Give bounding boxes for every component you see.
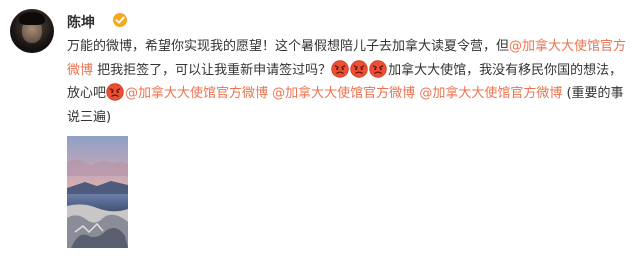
post-text-segment: 把我拒签了，可以让我重新申请签过吗？: [93, 62, 332, 78]
mention-link[interactable]: @加拿大大使馆官方微博: [419, 86, 562, 101]
post-text: 万能的微博，希望你实现我的愿望！这个暑假想陪儿子去加拿大读夏令营，但@加拿大大使…: [67, 35, 633, 129]
post-line-3: 放心吧 @加拿大大使馆官方微博 @加拿大大使馆官方微博 @加拿大大使馆官方微博 (…: [67, 82, 633, 106]
user-avatar[interactable]: [10, 9, 54, 53]
post-text-segment: 加拿大大使馆，我没有移民你国的想法，: [388, 62, 623, 78]
angry-face-emoji-icon: [106, 83, 124, 101]
post-line-1: 万能的微博，希望你实现我的愿望！这个暑假想陪儿子去加拿大读夏令营，但@加拿大大使…: [67, 35, 633, 59]
verified-badge-icon: [113, 13, 127, 27]
post-text-segment: 说三遍): [67, 109, 112, 125]
angry-face-emoji-icon: [331, 59, 349, 78]
post-line-4: 说三遍): [67, 106, 633, 130]
post-text-segment: 放心吧: [67, 86, 107, 101]
mention-link[interactable]: @加拿大大使馆官方微博: [272, 86, 415, 101]
avatar-hair: [19, 12, 45, 25]
mention-link-continued[interactable]: 微博: [67, 63, 93, 78]
mention-link[interactable]: @加拿大大使馆官方: [509, 39, 626, 54]
username-link[interactable]: 陈坤: [67, 12, 95, 32]
post-text-segment: (重要的事: [562, 86, 624, 101]
post-line-2: 微博 把我拒签了，可以让我重新申请签过吗？ 加拿大大使馆，我没有移民你国的想法，: [67, 59, 633, 83]
mention-link[interactable]: @加拿大大使馆官方微博: [125, 86, 268, 101]
angry-face-emoji-icon: [369, 59, 387, 78]
angry-face-emoji-icon: [350, 59, 368, 78]
post-text-segment: 万能的微博，希望你实现我的愿望！这个暑假想陪儿子去加拿大读夏令营，但: [67, 39, 510, 54]
post-image-thumbnail[interactable]: [67, 136, 128, 248]
